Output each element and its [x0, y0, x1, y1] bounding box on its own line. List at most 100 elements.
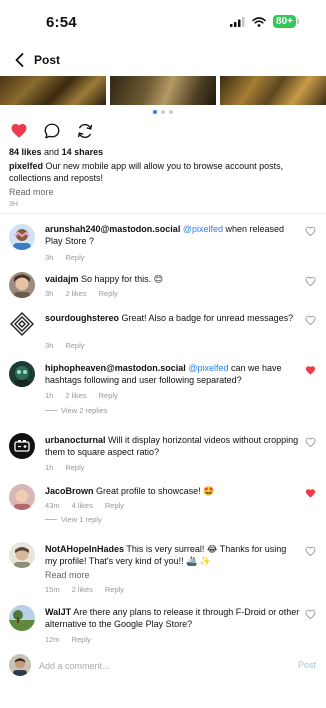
media-carousel[interactable] — [0, 76, 326, 105]
comment-text: sourdoughstereo Great! Also a badge for … — [45, 312, 300, 324]
counts-joiner: and — [44, 147, 60, 157]
comment-time: 15m — [45, 585, 60, 594]
replies-line — [45, 519, 57, 520]
comment-username[interactable]: WalJT — [45, 607, 71, 617]
comment-time: 1h — [45, 463, 54, 472]
reply-button[interactable]: Reply — [65, 463, 84, 472]
heart-outline-icon[interactable] — [305, 437, 316, 448]
post-author[interactable]: pixelfed — [9, 161, 43, 171]
comment-username[interactable]: NotAHopeInHades — [45, 544, 124, 554]
avatar[interactable] — [9, 542, 35, 568]
comment-username[interactable]: hiphopheaven@mastodon.social — [45, 363, 186, 373]
comment-username[interactable]: urbanocturnal — [45, 435, 106, 445]
post-image[interactable] — [110, 76, 216, 105]
reply-button[interactable]: Reply — [99, 391, 118, 400]
comment-time: 43m — [45, 501, 60, 510]
reply-button[interactable]: Reply — [99, 289, 118, 298]
post-actions — [10, 122, 94, 140]
shares-count[interactable]: 14 shares — [62, 147, 104, 157]
heart-filled-icon[interactable] — [305, 488, 316, 499]
post-image[interactable] — [0, 76, 106, 105]
comment-time: 3h — [45, 341, 54, 350]
current-user-avatar — [9, 654, 31, 676]
mention-link[interactable]: @pixelfed — [188, 363, 228, 373]
comment-text: urbanocturnal Will it display horizontal… — [45, 434, 300, 458]
comment-text: NotAHopeInHades This is very surreal! 😂 … — [45, 543, 300, 567]
comment-time: 3h — [45, 253, 54, 262]
page-title: Post — [34, 53, 61, 67]
avatar[interactable] — [9, 433, 35, 459]
cellular-signal-icon — [230, 16, 245, 27]
comment-body: Great profile to showcase! 🤩 — [96, 486, 215, 496]
comment-text: arunshah240@mastodon.social @pixelfed wh… — [45, 223, 300, 247]
reply-button[interactable]: Reply — [105, 501, 124, 510]
comment-username[interactable]: vaidajm — [45, 274, 79, 284]
heart-filled-icon[interactable] — [10, 122, 28, 140]
view-replies-button[interactable]: View 2 replies — [45, 406, 108, 415]
comment-text: JacoBrown Great profile to showcase! 🤩 — [45, 485, 300, 497]
likes-count[interactable]: 84 likes — [9, 147, 42, 157]
mention-link[interactable]: @pixelfed — [183, 224, 223, 234]
caption-text: Our new mobile app will allow you to bro… — [9, 161, 284, 183]
heart-filled-icon[interactable] — [305, 365, 316, 376]
comment-body: Great! Also a badge for unread messages? — [121, 313, 294, 323]
reply-button[interactable]: Reply — [65, 253, 84, 262]
comment-username[interactable]: sourdoughstereo — [45, 313, 119, 323]
reply-button[interactable]: Reply — [105, 585, 124, 594]
status-bar: 6:54 80+ — [0, 0, 326, 46]
heart-outline-icon[interactable] — [305, 226, 316, 237]
carousel-indicator — [0, 110, 326, 114]
comment-meta: 3h 2 likes Reply — [45, 289, 118, 298]
avatar[interactable] — [9, 224, 35, 250]
battery-indicator: 80+ — [273, 15, 299, 28]
comment-meta: 3h Reply — [45, 253, 85, 262]
comment-meta: 15m 2 likes Reply — [45, 585, 124, 594]
comment-input[interactable] — [39, 658, 279, 674]
comment-text: hiphopheaven@mastodon.social @pixelfed c… — [45, 362, 300, 386]
wifi-icon — [252, 16, 266, 27]
comment-time: 1h — [45, 391, 54, 400]
comment-body: Are there any plans to release it throug… — [45, 607, 300, 629]
read-more-link[interactable]: Read more — [9, 187, 54, 197]
comment-body: So happy for this. 😊 — [81, 274, 163, 284]
view-replies-button[interactable]: View 1 reply — [45, 515, 102, 524]
comment-username[interactable]: JacoBrown — [45, 486, 94, 496]
heart-outline-icon[interactable] — [305, 546, 316, 557]
avatar[interactable] — [9, 484, 35, 510]
comment-icon[interactable] — [43, 122, 61, 140]
replies-line — [45, 410, 57, 411]
comment-meta: 1h Reply — [45, 463, 85, 472]
comment-likes[interactable]: 2 likes — [65, 391, 86, 400]
repost-icon[interactable] — [76, 122, 94, 140]
comment-likes[interactable]: 2 likes — [72, 585, 93, 594]
status-time: 6:54 — [46, 14, 77, 31]
status-icons: 80+ — [230, 15, 299, 28]
avatar[interactable] — [9, 311, 35, 337]
heart-outline-icon[interactable] — [305, 276, 316, 287]
heart-outline-icon[interactable] — [305, 609, 316, 620]
carousel-dot — [169, 110, 173, 114]
post-caption: pixelfed Our new mobile app will allow y… — [9, 160, 315, 184]
comment-read-more[interactable]: Read more — [45, 570, 90, 580]
comment-likes[interactable]: 4 likes — [72, 501, 93, 510]
back-arrow-icon[interactable] — [12, 52, 28, 68]
post-timestamp: 3H — [9, 201, 18, 208]
reply-button[interactable]: Reply — [65, 341, 84, 350]
post-comment-button[interactable]: Post — [298, 660, 316, 670]
post-image[interactable] — [220, 76, 326, 105]
avatar[interactable] — [9, 605, 35, 631]
comment-meta: 1h 2 likes Reply — [45, 391, 118, 400]
header: Post — [0, 46, 326, 76]
comment-likes[interactable]: 2 likes — [65, 289, 86, 298]
comment-username[interactable]: arunshah240@mastodon.social — [45, 224, 180, 234]
reply-button[interactable]: Reply — [72, 635, 91, 644]
comment-meta: 43m 4 likes Reply — [45, 501, 124, 510]
avatar[interactable] — [9, 272, 35, 298]
carousel-dot — [153, 110, 157, 114]
divider — [0, 213, 326, 214]
comment-time: 3h — [45, 289, 54, 298]
heart-outline-icon[interactable] — [305, 315, 316, 326]
avatar[interactable] — [9, 361, 35, 387]
comment-meta: 12m Reply — [45, 635, 91, 644]
view-replies-label: View 2 replies — [61, 406, 108, 415]
